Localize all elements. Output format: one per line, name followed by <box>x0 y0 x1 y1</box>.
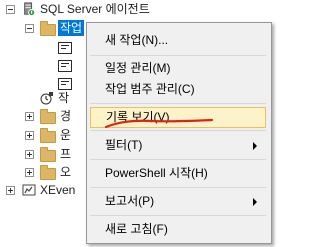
tree-node-error-logs[interactable]: 오 <box>0 163 90 181</box>
menu-item-start-powershell[interactable]: PowerShell 시작(H) <box>89 163 267 183</box>
job-icon[interactable] <box>58 60 72 72</box>
menu-separator <box>90 103 266 104</box>
folder-icon <box>40 21 56 36</box>
menu-item-view-history[interactable]: 기록 보기(V) <box>90 107 266 128</box>
expand-toggle[interactable] <box>25 131 34 140</box>
tree-node-job-activity-monitor[interactable]: 작 <box>0 89 90 107</box>
tree-node-label-selected: 작업 <box>58 20 85 36</box>
job-icon[interactable] <box>58 42 72 54</box>
tree-node-operators[interactable]: 운 <box>0 126 90 144</box>
menu-item-label: PowerShell 시작(H) <box>105 166 208 180</box>
menu-item-label: 일정 관리(M) <box>105 61 171 75</box>
expand-toggle[interactable] <box>25 112 34 121</box>
tree-node-jobs[interactable]: 작업 <box>0 19 90 37</box>
folder-icon <box>40 109 56 124</box>
tree-node-xevent[interactable]: XEven <box>0 181 90 199</box>
tree-node-label: 운 <box>60 128 72 142</box>
menu-separator <box>90 187 266 188</box>
menu-separator <box>90 130 266 131</box>
menu-item-label: 기록 보기(V) <box>106 110 170 124</box>
folder-icon <box>40 165 56 180</box>
menu-item-label: 필터(T) <box>105 138 143 152</box>
menu-item-refresh[interactable]: 새로 고침(F) <box>89 219 267 239</box>
tree-node-label: XEven <box>40 183 76 197</box>
menu-separator <box>90 215 266 216</box>
tree-node-proxies[interactable]: 프 <box>0 145 90 163</box>
tree-node-label: SQL Server 에이전트 <box>40 2 150 16</box>
menu-item-label: 작업 범주 관리(C) <box>105 82 195 96</box>
xevent-profiler-icon <box>22 184 36 196</box>
activity-monitor-icon <box>40 92 53 105</box>
tree-node-alerts[interactable]: 경 <box>0 107 90 125</box>
menu-separator <box>90 159 266 160</box>
menu-item-new-job[interactable]: 새 작업(N)... <box>89 30 267 50</box>
context-menu: 새 작업(N)... 일정 관리(M) 작업 범주 관리(C) 기록 보기(V)… <box>86 22 272 244</box>
folder-icon <box>40 128 56 143</box>
submenu-arrow-icon <box>253 198 257 206</box>
menu-item-label: 새로 고침(F) <box>105 222 168 236</box>
expand-toggle[interactable] <box>25 168 34 177</box>
menu-item-label: 새 작업(N)... <box>105 33 169 47</box>
collapse-toggle-agent[interactable] <box>6 5 15 14</box>
tree-node-label: 경 <box>60 109 72 123</box>
tree-node-label: 오 <box>60 165 72 179</box>
menu-item-manage-schedules[interactable]: 일정 관리(M) <box>89 58 267 78</box>
expand-toggle[interactable] <box>6 186 15 195</box>
tree-node-sql-server-agent[interactable]: SQL Server 에이전트 <box>0 0 318 18</box>
submenu-arrow-icon <box>253 142 257 150</box>
expand-toggle[interactable] <box>25 150 34 159</box>
tree-node-label: 프 <box>60 147 72 161</box>
menu-item-label: 보고서(P) <box>105 194 155 208</box>
folder-icon <box>40 147 56 162</box>
menu-item-manage-job-categories[interactable]: 작업 범주 관리(C) <box>89 79 267 99</box>
sql-agent-icon <box>24 2 36 16</box>
menu-item-reports[interactable]: 보고서(P) <box>89 191 267 211</box>
collapse-toggle-jobs[interactable] <box>25 24 34 33</box>
tree-node-label: 작 <box>58 91 70 105</box>
menu-separator <box>90 55 266 56</box>
menu-item-filter[interactable]: 필터(T) <box>89 135 267 155</box>
